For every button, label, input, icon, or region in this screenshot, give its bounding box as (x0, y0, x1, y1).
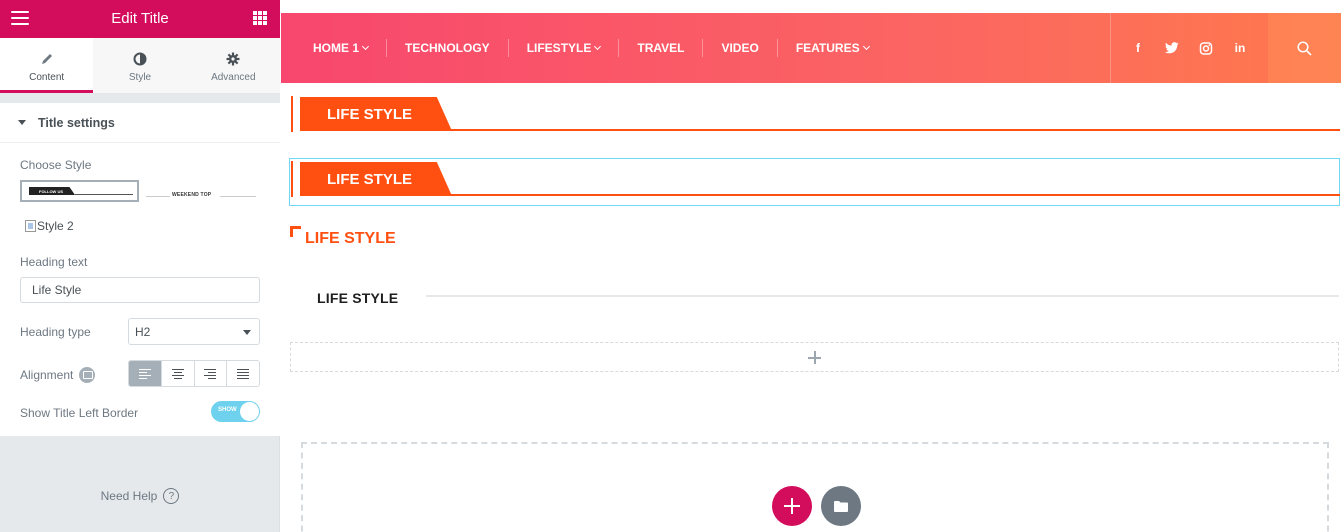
title-tag: LIFE STYLE (300, 97, 452, 131)
tab-style[interactable]: Style (93, 38, 187, 93)
nav-item-home-label: HOME 1 (313, 41, 360, 55)
plus-icon (808, 350, 821, 364)
twitter-icon[interactable] (1164, 42, 1180, 54)
tab-advanced-label: Advanced (211, 72, 256, 83)
chevron-down-icon (862, 42, 870, 51)
folder-icon (834, 500, 848, 512)
social-links: f in (1110, 13, 1267, 83)
title-block-style-1[interactable]: LIFE STYLE (291, 96, 1340, 132)
show-title-left-border-label: Show Title Left Border (20, 406, 139, 420)
need-help-link[interactable]: Need Help ? (0, 488, 280, 504)
gear-icon (226, 52, 240, 66)
title-text: LIFE STYLE (317, 290, 399, 306)
alignment-label: Alignment (20, 367, 96, 383)
nav-item-travel-label: TRAVEL (637, 41, 685, 55)
title-block-style-1-selected[interactable]: LIFE STYLE (291, 161, 1340, 197)
nav-item-video-label: VIDEO (721, 41, 759, 55)
preview-canvas: HOME 1 TECHNOLOGY LIFESTYLE TRAVEL VIDEO… (281, 0, 1341, 532)
search-icon (1297, 40, 1312, 56)
heading-type-value: H2 (135, 325, 151, 339)
pencil-icon (41, 54, 52, 64)
align-center-button[interactable] (160, 361, 194, 386)
style-thumb-2-text: WEEKEND TOP (172, 192, 212, 198)
title-underline (443, 129, 1340, 131)
section-divider (0, 93, 280, 103)
heading-text-input[interactable] (20, 277, 260, 303)
main-menu: HOME 1 TECHNOLOGY LIFESTYLE TRAVEL VIDEO… (313, 13, 887, 83)
widgets-grid-icon[interactable] (253, 11, 267, 25)
add-section-button[interactable] (772, 486, 812, 526)
title-text: LIFE STYLE (305, 230, 396, 247)
tab-content-label: Content (29, 72, 65, 83)
style-option-2[interactable]: WEEKEND TOP (146, 186, 256, 198)
editor-root: Edit Title Content Style Advanced Title … (0, 0, 1341, 532)
heading-text-label: Heading text (20, 255, 88, 269)
panel-tabs: Content Style Advanced (0, 38, 280, 93)
align-center-icon (171, 367, 184, 381)
responsive-monitor-icon[interactable] (79, 367, 96, 383)
nav-item-features-label: FEATURES (795, 41, 860, 55)
linkedin-icon[interactable]: in (1232, 41, 1248, 55)
editor-panel: Edit Title Content Style Advanced Title … (0, 0, 280, 532)
show-title-left-border-toggle[interactable]: SHOW (211, 401, 260, 422)
facebook-icon[interactable]: f (1130, 41, 1146, 55)
align-right-button[interactable] (193, 361, 227, 386)
instagram-icon[interactable] (1198, 41, 1214, 55)
site-navbar: HOME 1 TECHNOLOGY LIFESTYLE TRAVEL VIDEO… (281, 13, 1341, 83)
align-right-icon (204, 367, 217, 381)
nav-item-technology[interactable]: TECHNOLOGY (387, 41, 508, 55)
style-option-1[interactable]: FOLLOW US (20, 180, 139, 202)
toggle-knob (240, 402, 259, 421)
tab-advanced[interactable]: Advanced (186, 38, 280, 93)
add-widget-row[interactable] (290, 342, 1339, 372)
choose-style-label: Choose Style (20, 158, 92, 172)
chevron-down-icon (594, 42, 602, 51)
template-library-button[interactable] (821, 486, 861, 526)
need-help-text: Need Help (100, 489, 158, 503)
caret-down-icon (18, 120, 26, 125)
help-icon: ? (163, 488, 180, 504)
title-line (426, 295, 1339, 297)
title-left-border (291, 96, 293, 132)
style-option-3-alt: Style 2 (37, 219, 74, 233)
align-left-button[interactable] (129, 361, 161, 386)
align-justify-button[interactable] (226, 361, 259, 386)
tab-style-label: Style (128, 72, 152, 83)
title-block-style-3[interactable]: LIFE STYLE (317, 290, 1339, 310)
nav-item-technology-label: TECHNOLOGY (405, 41, 490, 55)
alignment-label-text: Alignment (20, 368, 74, 382)
nav-item-features[interactable]: FEATURES (778, 41, 887, 55)
section-toggle[interactable]: Title settings (0, 103, 280, 143)
title-underline (443, 194, 1340, 196)
nav-item-lifestyle-label: LIFESTYLE (526, 41, 592, 55)
heading-type-select[interactable]: H2 (128, 318, 260, 345)
add-section-area (301, 442, 1329, 532)
contrast-icon (133, 52, 147, 66)
title-settings-section: Title settings Choose Style FOLLOW US WE… (0, 103, 280, 436)
panel-header: Edit Title (0, 0, 280, 38)
broken-image-icon (25, 220, 36, 232)
nav-item-video[interactable]: VIDEO (703, 41, 776, 55)
nav-item-home[interactable]: HOME 1 (313, 41, 386, 55)
search-button[interactable] (1268, 13, 1341, 83)
chevron-down-icon (361, 42, 370, 51)
align-justify-icon (237, 367, 250, 381)
align-left-icon (138, 367, 151, 381)
top-strip (281, 0, 1341, 13)
title-corner-mark (290, 226, 301, 237)
chevron-down-icon (243, 330, 251, 335)
title-tag: LIFE STYLE (300, 162, 452, 196)
tab-content[interactable]: Content (0, 38, 94, 93)
panel-title: Edit Title (111, 10, 169, 27)
toggle-text: SHOW (218, 407, 237, 413)
nav-item-travel[interactable]: TRAVEL (619, 41, 702, 55)
nav-item-lifestyle[interactable]: LIFESTYLE (509, 41, 619, 55)
alignment-choices (128, 360, 260, 387)
heading-type-label: Heading type (20, 325, 91, 339)
section-title: Title settings (38, 115, 115, 130)
style-option-3-broken-image[interactable]: Style 2 (25, 219, 74, 233)
title-left-border (291, 161, 293, 197)
style-thumb-1-text: FOLLOW US (39, 189, 63, 194)
